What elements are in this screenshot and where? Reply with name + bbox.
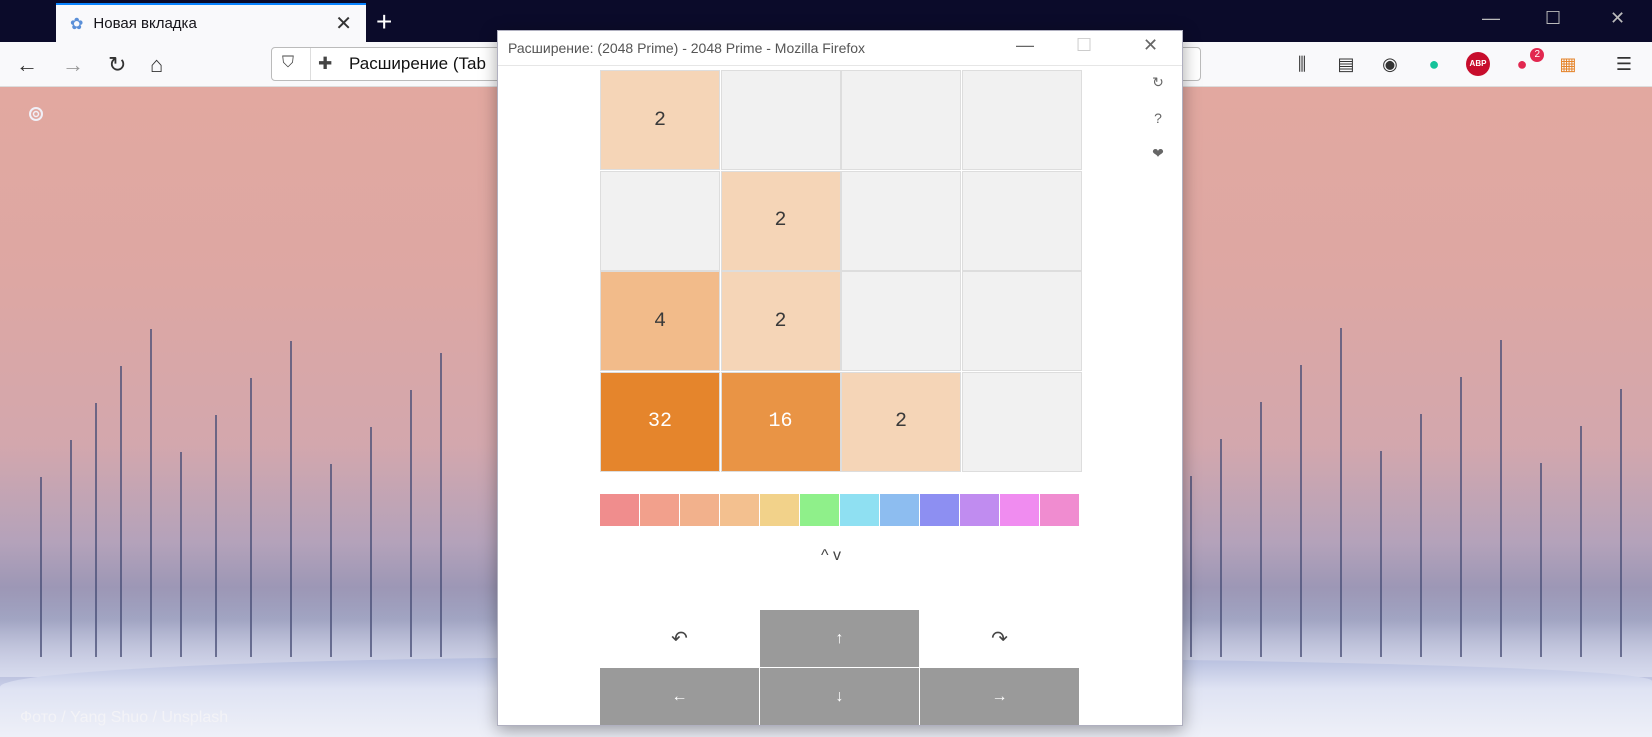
palette-swatch[interactable] bbox=[600, 494, 640, 526]
tree-trunk bbox=[120, 366, 122, 657]
tree-trunk bbox=[1460, 377, 1462, 657]
extension-puzzle-icon: ✚ bbox=[318, 54, 333, 73]
shield-icon[interactable]: ⛉ bbox=[282, 54, 294, 72]
tab-new-tab[interactable]: ✿ Новая вкладка ✕ bbox=[56, 3, 366, 42]
palette-swatch[interactable] bbox=[720, 494, 760, 526]
library-icon[interactable]: ⫼ bbox=[1290, 52, 1314, 76]
notification-badge: 2 bbox=[1530, 48, 1544, 62]
palette-swatch[interactable] bbox=[920, 494, 960, 526]
board-tile bbox=[600, 170, 720, 271]
palette-swatch[interactable] bbox=[880, 494, 920, 526]
palette-toggle-arrows[interactable]: ^ v bbox=[821, 547, 841, 565]
palette-swatch[interactable] bbox=[960, 494, 1000, 526]
board-tile bbox=[961, 170, 1082, 271]
game-board: 2 2 4 2 32 16 2 bbox=[600, 70, 1082, 473]
tree-trunk bbox=[290, 341, 292, 657]
undo-button[interactable]: ↶ bbox=[600, 610, 759, 667]
window-maximize-button[interactable]: ☐ bbox=[1545, 8, 1561, 29]
palette-swatch[interactable] bbox=[640, 494, 680, 526]
popup-titlebar: Расширение: (2048 Prime) - 2048 Prime - … bbox=[498, 31, 1182, 66]
tree-trunk bbox=[1190, 476, 1192, 657]
palette-swatch[interactable] bbox=[680, 494, 720, 526]
palette-swatch[interactable] bbox=[1040, 494, 1080, 526]
board-tile: 2 bbox=[720, 170, 841, 271]
move-up-button[interactable]: ↑ bbox=[760, 610, 919, 667]
settings-gear-icon[interactable] bbox=[26, 104, 46, 124]
move-left-button[interactable]: ← bbox=[600, 668, 759, 725]
board-tile: 2 bbox=[841, 371, 961, 472]
tree-trunk bbox=[180, 452, 182, 657]
tree-trunk bbox=[1620, 389, 1622, 657]
tree-trunk bbox=[215, 415, 217, 657]
popup-minimize-button[interactable]: — bbox=[1016, 35, 1034, 56]
help-icon[interactable]: ? bbox=[1148, 110, 1168, 126]
redo-button[interactable]: ↷ bbox=[920, 610, 1079, 667]
extension-popup-window: Расширение: (2048 Prime) - 2048 Prime - … bbox=[497, 30, 1183, 726]
board-tile: 2 bbox=[600, 70, 720, 170]
palette-swatch[interactable] bbox=[1000, 494, 1040, 526]
back-icon[interactable]: ← bbox=[16, 52, 38, 78]
tree-trunk bbox=[1580, 426, 1582, 657]
move-down-button[interactable]: ↓ bbox=[760, 668, 919, 725]
tree-trunk bbox=[1220, 439, 1222, 657]
heart-icon[interactable]: ❤ bbox=[1148, 145, 1168, 162]
extension-badge-icon[interactable]: ● 2 bbox=[1510, 48, 1544, 76]
board-tile: 16 bbox=[720, 371, 841, 472]
photo-credit[interactable]: Фото / Yang Shuo / Unsplash bbox=[20, 709, 228, 727]
tree-trunk bbox=[1260, 402, 1262, 657]
tree-trunk bbox=[70, 440, 72, 657]
board-tile bbox=[720, 70, 841, 170]
url-separator bbox=[310, 48, 311, 80]
reload-icon[interactable]: ↻ bbox=[108, 52, 126, 78]
popup-title: Расширение: (2048 Prime) - 2048 Prime - … bbox=[508, 40, 866, 56]
tree-trunk bbox=[1340, 328, 1342, 657]
2048-extension-icon[interactable]: ▦ bbox=[1556, 52, 1580, 76]
tree-trunk bbox=[410, 390, 412, 657]
palette-swatch[interactable] bbox=[800, 494, 840, 526]
new-tab-button[interactable]: + bbox=[376, 6, 392, 38]
forward-icon[interactable]: → bbox=[62, 52, 84, 78]
board-tile bbox=[961, 371, 1082, 472]
tree-trunk bbox=[40, 477, 42, 657]
board-tile bbox=[841, 70, 961, 170]
adblock-icon[interactable]: ABP bbox=[1466, 52, 1490, 76]
move-right-button[interactable]: → bbox=[920, 668, 1079, 725]
board-tile: 4 bbox=[600, 271, 720, 371]
color-palette bbox=[600, 494, 1080, 526]
tree-trunk bbox=[95, 403, 97, 657]
tree-trunk bbox=[440, 353, 442, 657]
tree-trunk bbox=[1540, 463, 1542, 657]
account-icon[interactable]: ◉ bbox=[1378, 52, 1402, 76]
tree-trunk bbox=[370, 427, 372, 657]
board-tile: 2 bbox=[720, 271, 841, 371]
home-icon[interactable]: ⌂ bbox=[150, 52, 163, 78]
url-text[interactable]: Расширение (Tab bbox=[349, 54, 486, 74]
palette-swatch[interactable] bbox=[760, 494, 800, 526]
board-tile bbox=[841, 271, 961, 371]
board-tile bbox=[961, 271, 1082, 371]
popup-maximize-button[interactable]: ☐ bbox=[1076, 35, 1092, 56]
tree-trunk bbox=[1300, 365, 1302, 657]
board-tile bbox=[841, 170, 961, 271]
tree-trunk bbox=[250, 378, 252, 657]
grammarly-icon[interactable]: ● bbox=[1422, 52, 1446, 76]
tree-trunk bbox=[1500, 340, 1502, 657]
restart-icon[interactable]: ↻ bbox=[1148, 74, 1168, 91]
tree-trunk bbox=[1420, 414, 1422, 657]
menu-hamburger-icon[interactable]: ☰ bbox=[1612, 52, 1636, 76]
window-close-button[interactable]: ✕ bbox=[1610, 8, 1625, 29]
window-minimize-button[interactable]: — bbox=[1482, 8, 1500, 29]
tab-title: Новая вкладка bbox=[93, 15, 197, 32]
palette-swatch[interactable] bbox=[840, 494, 880, 526]
tab-close-icon[interactable]: ✕ bbox=[335, 11, 352, 36]
sidebar-icon[interactable]: ▤ bbox=[1334, 52, 1358, 76]
tree-trunk bbox=[1380, 451, 1382, 657]
board-tile: 32 bbox=[600, 371, 720, 472]
tree-trunk bbox=[330, 464, 332, 657]
popup-close-button[interactable]: ✕ bbox=[1143, 35, 1158, 56]
tree-trunk bbox=[150, 329, 152, 657]
board-tile bbox=[961, 70, 1082, 170]
firefox-icon: ✿ bbox=[70, 15, 84, 33]
